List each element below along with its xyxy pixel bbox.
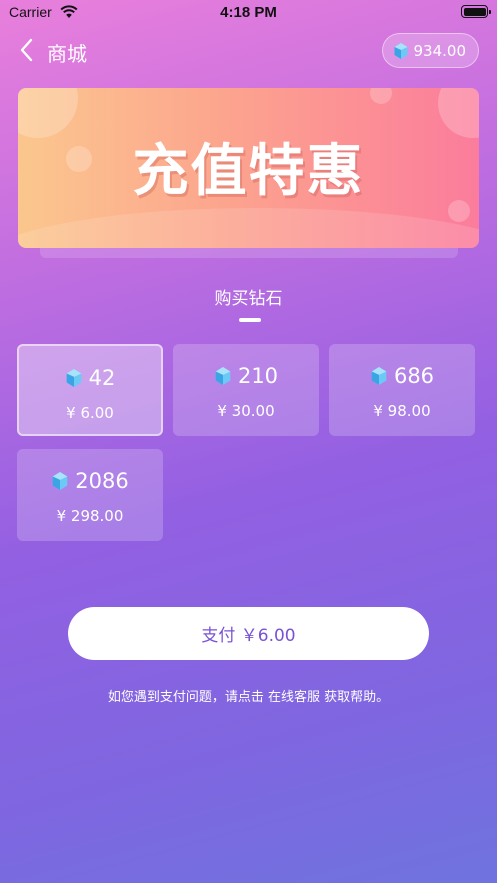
balance-value: 934.00 xyxy=(413,41,467,60)
package-amount: 210 xyxy=(237,364,279,388)
package-card-686[interactable]: 686 ¥ 98.00 xyxy=(329,344,475,436)
page-title: 商城 xyxy=(47,42,87,66)
package-price: ¥ 298.00 xyxy=(56,507,124,525)
section-title: 购买钻石 xyxy=(214,289,283,309)
battery-icon xyxy=(461,5,491,18)
package-price: ¥ 30.00 xyxy=(217,402,275,420)
back-button[interactable] xyxy=(14,36,38,64)
promo-banner[interactable]: 充值特惠 xyxy=(18,88,479,260)
pay-button-label: 支付 ￥6.00 xyxy=(201,626,296,646)
chevron-left-icon xyxy=(20,38,33,62)
banner-title: 充值特惠 xyxy=(132,139,365,204)
package-card-210[interactable]: 210 ¥ 30.00 xyxy=(173,344,319,436)
package-amount: 42 xyxy=(88,366,116,390)
diamond-icon xyxy=(394,42,407,59)
package-card-42[interactable]: 42 ¥ 6.00 xyxy=(17,344,163,436)
clock: 4:18 PM xyxy=(220,4,277,21)
package-amount: 2086 xyxy=(75,469,129,493)
diamond-icon xyxy=(371,367,387,385)
section-underline xyxy=(239,318,261,322)
help-text: 如您遇到支付问题，请点击 在线客服 获取帮助。 xyxy=(107,690,390,705)
pay-button[interactable]: 支付 ￥6.00 xyxy=(68,607,429,660)
package-card-2086[interactable]: 2086 ¥ 298.00 xyxy=(17,449,163,541)
nav-bar: 商城 934.00 xyxy=(0,30,497,70)
diamond-icon xyxy=(215,367,231,385)
diamond-icon xyxy=(52,472,68,490)
package-price: ¥ 6.00 xyxy=(66,404,114,422)
status-bar: Carrier 4:18 PM xyxy=(0,0,497,24)
package-amount: 686 xyxy=(393,364,435,388)
diamond-balance[interactable]: 934.00 xyxy=(381,33,479,68)
package-price: ¥ 98.00 xyxy=(373,402,431,420)
banner-image: 充值特惠 xyxy=(18,88,479,248)
diamond-icon xyxy=(66,369,81,387)
